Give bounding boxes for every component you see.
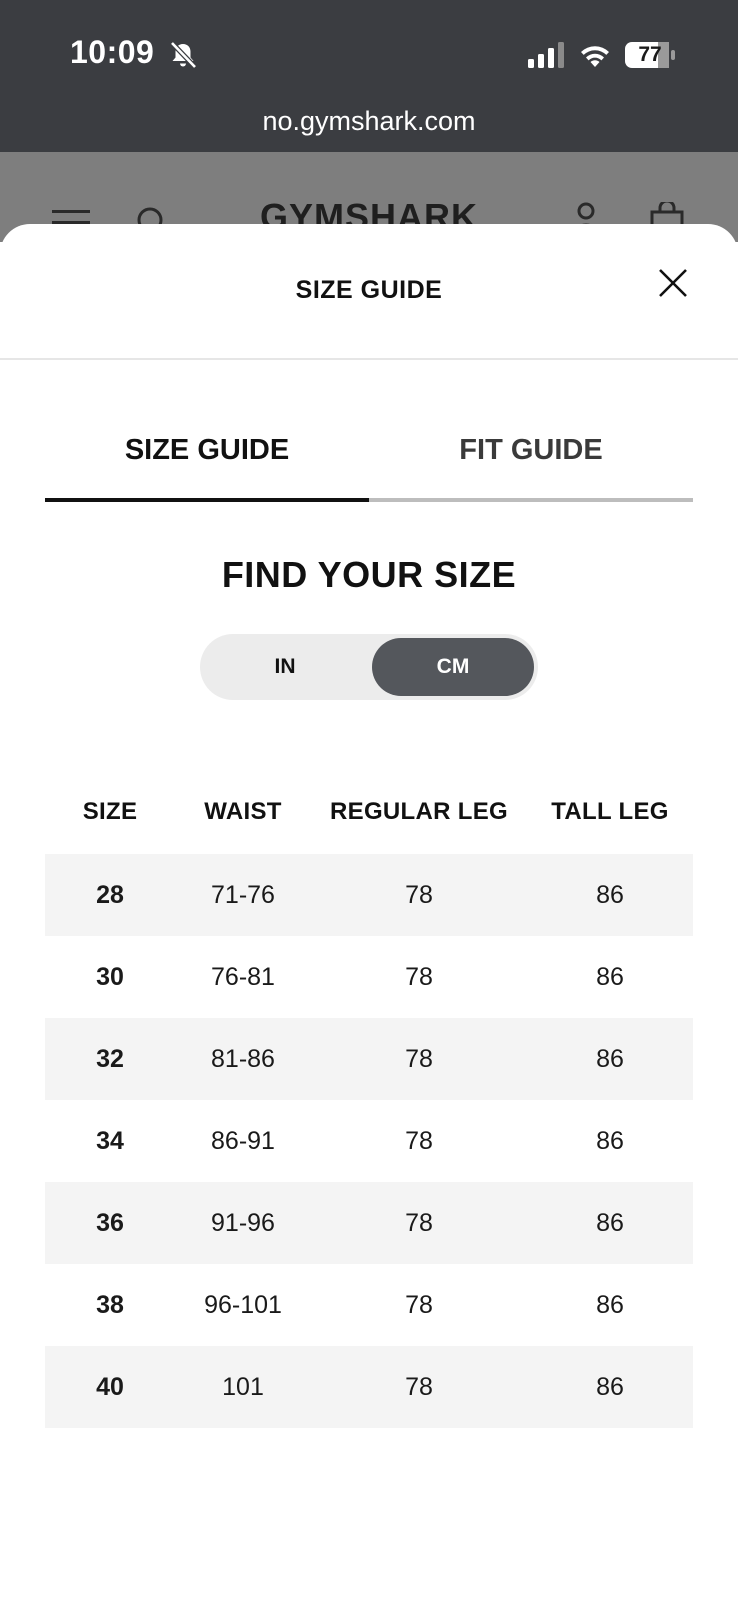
table-row: 40 101 78 86 bbox=[45, 1346, 693, 1428]
tall-leg-cell: 86 bbox=[596, 1126, 624, 1155]
size-guide-sheet: SIZE GUIDE SIZE GUIDE FIT GUIDE FIND YOU… bbox=[0, 224, 738, 1600]
regular-leg-cell: 78 bbox=[405, 962, 433, 991]
regular-leg-cell: 78 bbox=[405, 1126, 433, 1155]
regular-leg-cell: 78 bbox=[405, 1290, 433, 1319]
waist-cell: 71-76 bbox=[211, 880, 275, 909]
table-row: 34 86-91 78 86 bbox=[45, 1100, 693, 1182]
guide-tabs: SIZE GUIDE FIT GUIDE bbox=[45, 420, 693, 502]
wifi-icon bbox=[581, 46, 609, 67]
tall-leg-cell: 86 bbox=[596, 880, 624, 909]
table-header: SIZE WAIST REGULAR LEG TALL LEG bbox=[45, 770, 693, 854]
tab-fit-guide[interactable]: FIT GUIDE bbox=[369, 420, 693, 502]
size-cell: 38 bbox=[96, 1290, 124, 1319]
size-cell: 34 bbox=[96, 1126, 124, 1155]
unit-option-in[interactable]: IN bbox=[204, 638, 366, 696]
status-bar: 10:09 77 no.gymshark.com bbox=[0, 0, 738, 152]
waist-cell: 91-96 bbox=[211, 1208, 275, 1237]
close-icon[interactable] bbox=[654, 264, 692, 302]
find-your-size-heading: FIND YOUR SIZE bbox=[221, 554, 517, 595]
waist-cell: 86-91 bbox=[211, 1126, 275, 1155]
waist-cell: 76-81 bbox=[211, 962, 275, 991]
status-time: 10:09 bbox=[70, 34, 155, 70]
header-divider bbox=[0, 358, 738, 360]
table-row: 32 81-86 78 86 bbox=[45, 1018, 693, 1100]
unit-option-cm[interactable]: CM bbox=[372, 638, 534, 696]
tab-size-guide[interactable]: SIZE GUIDE bbox=[45, 420, 369, 502]
table-row: 36 91-96 78 86 bbox=[45, 1182, 693, 1264]
size-cell: 32 bbox=[96, 1044, 124, 1073]
regular-leg-cell: 78 bbox=[405, 1208, 433, 1237]
regular-leg-cell: 78 bbox=[405, 1372, 433, 1401]
table-row: 28 71-76 78 86 bbox=[45, 854, 693, 936]
tall-leg-cell: 86 bbox=[596, 1372, 624, 1401]
size-table: SIZE WAIST REGULAR LEG TALL LEG 28 71-76… bbox=[45, 770, 693, 1428]
size-cell: 40 bbox=[96, 1372, 124, 1401]
signal-icon bbox=[528, 42, 564, 68]
column-header: SIZE bbox=[82, 798, 138, 825]
size-cell: 36 bbox=[96, 1208, 124, 1237]
tall-leg-cell: 86 bbox=[596, 1044, 624, 1073]
bell-off-icon bbox=[170, 41, 197, 69]
column-header: TALL LEG bbox=[551, 798, 669, 825]
unit-toggle: IN CM bbox=[200, 634, 538, 700]
sheet-title: SIZE GUIDE bbox=[295, 276, 443, 304]
waist-cell: 81-86 bbox=[211, 1044, 275, 1073]
tall-leg-cell: 86 bbox=[596, 962, 624, 991]
waist-cell: 96-101 bbox=[204, 1290, 282, 1319]
size-cell: 28 bbox=[96, 880, 124, 909]
battery-level: 77 bbox=[638, 43, 662, 66]
size-cell: 30 bbox=[96, 962, 124, 991]
regular-leg-cell: 78 bbox=[405, 1044, 433, 1073]
column-header: WAIST bbox=[204, 798, 282, 825]
table-row: 38 96-101 78 86 bbox=[45, 1264, 693, 1346]
table-row: 30 76-81 78 86 bbox=[45, 936, 693, 1018]
browser-url[interactable]: no.gymshark.com bbox=[0, 106, 738, 137]
waist-cell: 101 bbox=[222, 1372, 264, 1401]
regular-leg-cell: 78 bbox=[405, 880, 433, 909]
tall-leg-cell: 86 bbox=[596, 1208, 624, 1237]
column-header: REGULAR LEG bbox=[330, 798, 508, 825]
tall-leg-cell: 86 bbox=[596, 1290, 624, 1319]
